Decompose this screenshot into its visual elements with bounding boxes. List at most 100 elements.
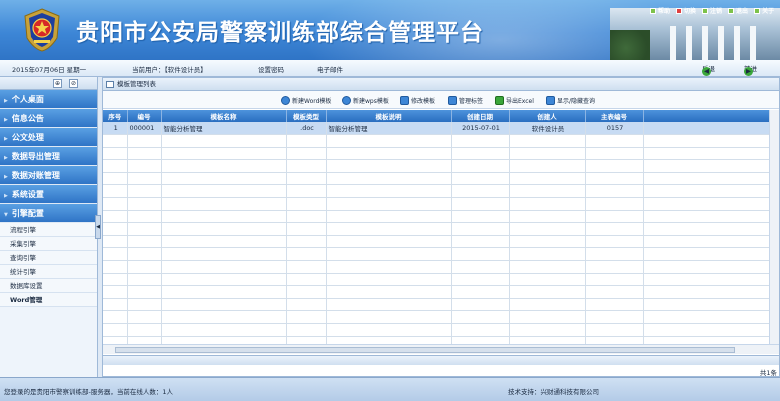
empty-cell — [585, 323, 644, 337]
button-label: 显示/隐藏查询 — [557, 97, 596, 105]
sidebar-item-data-export[interactable]: ▶ 数据导出管理 — [0, 147, 97, 166]
empty-cell — [127, 134, 162, 148]
sidebar-item-label: 信息公告 — [11, 114, 44, 123]
help-link[interactable]: 帮助 — [650, 6, 670, 15]
submenu-item-collection-engine[interactable]: 采集引擎 — [0, 237, 97, 251]
forward-button[interactable]: ▶ 前进 — [744, 63, 757, 76]
about-label: 关于 — [762, 8, 775, 15]
sidebar-item-system-settings[interactable]: ▶ 系统设置 — [0, 185, 97, 204]
column-header[interactable]: 创建人 — [509, 110, 586, 122]
horizontal-scrollbar[interactable] — [103, 344, 779, 354]
empty-cell — [451, 222, 510, 236]
about-icon — [754, 7, 761, 14]
empty-table-row — [103, 260, 779, 274]
manage-tags-button[interactable]: 管理标签 — [445, 94, 486, 106]
submenu-item-query-engine[interactable]: 查询引擎 — [0, 251, 97, 265]
exit-link[interactable]: 退出 — [728, 6, 748, 15]
sidebar-item-documents[interactable]: ▶ 公文处理 — [0, 128, 97, 147]
toggle-query-button[interactable]: 显示/隐藏查询 — [543, 94, 598, 106]
empty-cell — [451, 235, 510, 249]
empty-cell — [161, 172, 287, 186]
new-word-template-button[interactable]: 新建Word模板 — [278, 94, 334, 106]
exit-label: 退出 — [736, 8, 749, 15]
empty-cell — [451, 323, 510, 337]
empty-cell — [585, 222, 644, 236]
building-column — [734, 26, 740, 60]
empty-cell — [326, 260, 452, 274]
empty-table-row — [103, 197, 779, 211]
cell-main-table-code: 0157 — [585, 122, 644, 136]
column-header[interactable]: 主表编号 — [585, 110, 644, 122]
empty-cell — [286, 273, 327, 287]
panel-title: 模板管理列表 — [117, 80, 156, 88]
about-link[interactable]: 关于 — [754, 6, 774, 15]
empty-cell — [509, 222, 586, 236]
building-column — [750, 26, 756, 60]
sidebar-item-label: 数据对账管理 — [11, 171, 60, 180]
empty-cell — [161, 222, 287, 236]
table-row[interactable]: 1 000001 智能分析管理 .doc 智能分析管理 2015-07-01 软… — [103, 122, 779, 136]
empty-cell — [509, 197, 586, 211]
empty-cell — [161, 147, 287, 161]
empty-cell — [643, 222, 779, 236]
column-header[interactable]: 模板说明 — [326, 110, 452, 122]
column-header[interactable]: 模板名称 — [161, 110, 287, 122]
building-column — [702, 26, 708, 60]
export-excel-button[interactable]: 导出Excel — [492, 94, 537, 106]
empty-cell — [127, 247, 162, 262]
header-trees — [610, 30, 650, 60]
edit-template-button[interactable]: 修改模板 — [397, 94, 438, 106]
expand-all-icon[interactable]: ⊕ — [53, 79, 62, 88]
police-emblem-icon — [24, 8, 60, 52]
empty-cell — [509, 147, 586, 161]
submenu-item-word-management[interactable]: Word管理 — [0, 293, 97, 307]
empty-cell — [585, 260, 644, 274]
sidebar-item-engine-config[interactable]: ▼ 引擎配置 — [0, 204, 97, 223]
empty-table-row — [103, 210, 779, 224]
column-header[interactable]: 创建日期 — [451, 110, 510, 122]
submenu-item-database-settings[interactable]: 数据库设置 — [0, 279, 97, 293]
submenu-item-workflow-engine[interactable]: 流程引擎 — [0, 223, 97, 237]
empty-cell — [103, 247, 128, 262]
empty-cell — [127, 235, 162, 249]
empty-cell — [451, 260, 510, 274]
refresh-icon[interactable]: ⊘ — [69, 79, 78, 88]
sidebar-collapse-handle[interactable]: ◀ — [95, 215, 101, 239]
switch-link[interactable]: 切换 — [676, 6, 696, 15]
back-button[interactable]: ◀ 后退 — [702, 63, 715, 76]
new-wps-template-button[interactable]: 新建wps模板 — [339, 94, 392, 106]
button-label: 新建wps模板 — [353, 97, 389, 105]
empty-cell — [127, 273, 162, 287]
column-header[interactable]: 编号 — [127, 110, 162, 122]
empty-cell — [103, 222, 128, 236]
empty-table-row — [103, 310, 779, 324]
empty-cell — [161, 159, 287, 173]
email-link[interactable]: 电子邮件 — [317, 64, 343, 74]
empty-cell — [326, 147, 452, 161]
empty-cell — [451, 184, 510, 199]
edit-icon — [400, 95, 409, 105]
logout-link[interactable]: 注销 — [702, 6, 722, 15]
sidebar-item-reconciliation[interactable]: ▶ 数据对账管理 — [0, 166, 97, 185]
empty-cell — [509, 323, 586, 337]
sidebar-item-desktop[interactable]: ▶ 个人桌面 — [0, 90, 97, 109]
submenu-item-statistics-engine[interactable]: 统计引擎 — [0, 265, 97, 279]
sidebar-item-label: 引擎配置 — [11, 209, 44, 218]
empty-cell — [127, 298, 162, 312]
empty-cell — [451, 172, 510, 186]
scrollbar-thumb[interactable] — [115, 347, 735, 353]
empty-cell — [127, 260, 162, 274]
empty-cell — [509, 172, 586, 186]
empty-cell — [643, 197, 779, 211]
vertical-scrollbar[interactable] — [769, 110, 779, 344]
empty-cell — [451, 285, 510, 299]
logout-icon — [702, 7, 709, 14]
empty-cell — [451, 273, 510, 287]
empty-table-row — [103, 159, 779, 173]
set-password-link[interactable]: 设置密码 — [258, 64, 284, 74]
column-header[interactable]: 模板类型 — [286, 110, 327, 122]
column-header[interactable]: 序号 — [103, 110, 128, 122]
sidebar-item-announcements[interactable]: ▶ 信息公告 — [0, 109, 97, 128]
empty-cell — [451, 210, 510, 224]
empty-cell — [643, 147, 779, 161]
